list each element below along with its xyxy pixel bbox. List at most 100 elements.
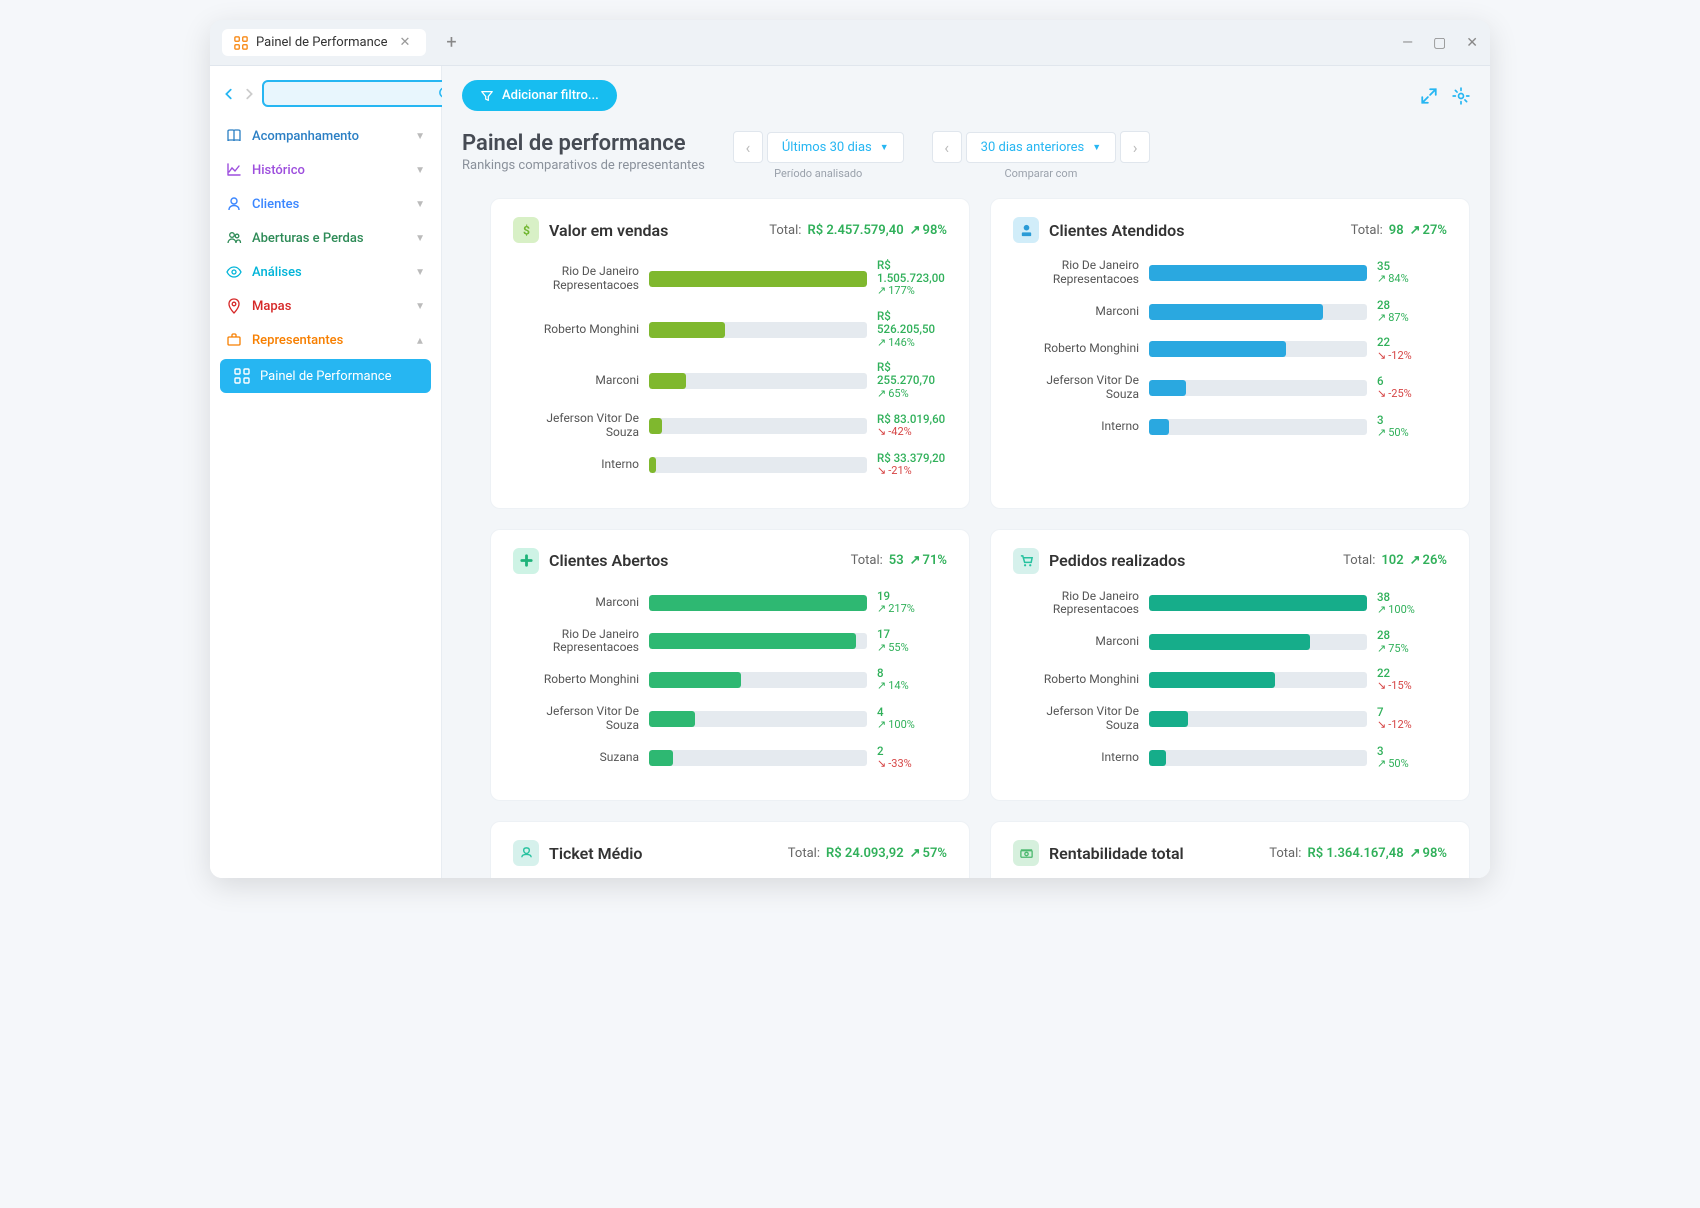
bar-row: Jeferson Vitor De Souza 6 -25%	[1013, 374, 1447, 402]
nav-back-button[interactable]	[222, 85, 236, 103]
card-title: Clientes Atendidos	[1049, 221, 1341, 240]
bar-value: 28	[1377, 299, 1447, 312]
total-pct: 98%	[910, 223, 947, 238]
sidebar-item-label: Clientes	[252, 197, 405, 212]
card-header: Clientes Abertos Total: 53 71%	[513, 548, 947, 574]
chevron-down-icon: ▼	[415, 199, 425, 210]
tab-active[interactable]: Painel de Performance ✕	[222, 29, 426, 56]
card-title: Pedidos realizados	[1049, 551, 1333, 570]
bar-label: Rio De Janeiro Representacoes	[1013, 259, 1139, 287]
book-icon	[226, 128, 242, 144]
sidebar-item-mapas[interactable]: Mapas ▼	[216, 289, 435, 323]
bar-pct: -12%	[1377, 350, 1447, 363]
bar-stats: 2 -33%	[877, 745, 947, 771]
bar-label: Interno	[1013, 751, 1139, 765]
bar-track	[649, 711, 867, 727]
card-ticket: Ticket Médio Total: R$ 24.093,92 57%	[490, 821, 970, 878]
bar-stats: 3 50%	[1377, 414, 1447, 440]
sidebar-item-representantes[interactable]: Representantes ▼	[216, 323, 435, 357]
compare-next-button[interactable]: ›	[1120, 131, 1150, 163]
page-title-block: Painel de performance Rankings comparati…	[462, 131, 705, 173]
bar-row: Rio De Janeiro Representacoes R$ 1.505.7…	[513, 259, 947, 298]
bar-track	[1149, 711, 1367, 727]
search-input[interactable]	[272, 86, 438, 101]
sidebar-item-label: Acompanhamento	[252, 129, 405, 144]
sidebar-subitem-painel[interactable]: Painel de Performance	[220, 359, 431, 393]
close-window-button[interactable]: ✕	[1466, 35, 1478, 51]
add-filter-button[interactable]: Adicionar filtro...	[462, 80, 617, 111]
search-box[interactable]	[262, 80, 463, 107]
sidebar-item-historico[interactable]: Histórico ▼	[216, 153, 435, 187]
bar-pct: 87%	[1377, 312, 1447, 325]
period-analyzed-dropdown[interactable]: Últimos 30 dias ▼	[767, 132, 904, 163]
period-compare-dropdown[interactable]: 30 dias anteriores ▼	[966, 132, 1117, 163]
bar-stats: 7 -12%	[1377, 706, 1447, 732]
sidebar-item-aberturas[interactable]: Aberturas e Perdas ▼	[216, 221, 435, 255]
chevron-down-icon: ▼	[880, 142, 889, 153]
eye-icon	[226, 264, 242, 280]
bar-label: Jeferson Vitor De Souza	[513, 705, 639, 733]
bar-stats: R$ 255.270,70 65%	[877, 361, 947, 400]
chart-line-icon	[226, 162, 242, 178]
bar-pct: 100%	[877, 719, 947, 732]
gear-icon[interactable]	[1452, 87, 1470, 105]
card-title: Valor em vendas	[549, 221, 759, 240]
cart-icon	[1013, 548, 1039, 574]
bar-fill	[649, 750, 673, 766]
card-title: Clientes Abertos	[549, 551, 841, 570]
bar-pct: 217%	[877, 603, 947, 616]
card-cart: Pedidos realizados Total: 102 26% Rio De…	[990, 529, 1470, 802]
bar-fill	[649, 373, 686, 389]
sidebar-item-analises[interactable]: Análises ▼	[216, 255, 435, 289]
bar-stats: 4 100%	[877, 706, 947, 732]
bar-label: Rio De Janeiro Representacoes	[513, 628, 639, 656]
cards-scroll[interactable]: $ Valor em vendas Total: R$ 2.457.579,40…	[442, 198, 1490, 878]
bar-fill	[1149, 265, 1367, 281]
map-pin-icon	[226, 298, 242, 314]
chevron-down-icon: ▼	[415, 301, 425, 312]
sidebar-item-clientes[interactable]: Clientes ▼	[216, 187, 435, 221]
bar-pct: -25%	[1377, 388, 1447, 401]
card-header: Clientes Atendidos Total: 98 27%	[1013, 217, 1447, 243]
card-total: Total: R$ 2.457.579,40 98%	[769, 223, 947, 238]
compare-prev-button[interactable]: ‹	[932, 131, 962, 163]
bar-value: 22	[1377, 336, 1447, 349]
maximize-button[interactable]: ▢	[1433, 35, 1446, 51]
plus-icon	[513, 548, 539, 574]
chevron-down-icon: ▼	[415, 267, 425, 278]
card-dollar: $ Valor em vendas Total: R$ 2.457.579,40…	[490, 198, 970, 509]
total-label: Total:	[1343, 553, 1375, 568]
bar-stats: R$ 526.205,50 146%	[877, 310, 947, 349]
bar-pct: -21%	[877, 465, 947, 478]
bar-row: Interno 3 50%	[1013, 745, 1447, 771]
total-label: Total:	[1269, 846, 1301, 861]
bar-row: Rio De Janeiro Representacoes 38 100%	[1013, 590, 1447, 618]
bar-label: Marconi	[513, 596, 639, 610]
period-prev-button[interactable]: ‹	[733, 131, 763, 163]
dashboard-icon	[234, 368, 250, 384]
bar-pct: -12%	[1377, 719, 1447, 732]
bar-row: Rio De Janeiro Representacoes 35 84%	[1013, 259, 1447, 287]
bar-track	[1149, 419, 1367, 435]
dollar-icon: $	[513, 217, 539, 243]
expand-icon[interactable]	[1420, 87, 1438, 105]
minimize-button[interactable]: —	[1402, 35, 1413, 51]
bar-track	[649, 457, 867, 473]
nav-forward-button[interactable]	[242, 85, 256, 103]
add-tab-button[interactable]: +	[438, 28, 464, 57]
bar-value: 3	[1377, 745, 1447, 758]
card-title: Ticket Médio	[549, 844, 778, 863]
bar-track	[649, 595, 867, 611]
bar-pct: 75%	[1377, 643, 1447, 656]
card-money: Rentabilidade total Total: R$ 1.364.167,…	[990, 821, 1470, 878]
bar-row: Roberto Monghini 22 -15%	[1013, 667, 1447, 693]
sidebar-item-acompanhamento[interactable]: Acompanhamento ▼	[216, 119, 435, 153]
bar-label: Jeferson Vitor De Souza	[513, 412, 639, 440]
card-total: Total: R$ 24.093,92 57%	[788, 846, 947, 861]
close-tab-icon[interactable]: ✕	[395, 35, 414, 50]
bar-label: Interno	[513, 458, 639, 472]
total-label: Total:	[788, 846, 820, 861]
bar-row: Marconi R$ 255.270,70 65%	[513, 361, 947, 400]
bar-track	[1149, 672, 1367, 688]
bar-row: Interno R$ 33.379,20 -21%	[513, 452, 947, 478]
